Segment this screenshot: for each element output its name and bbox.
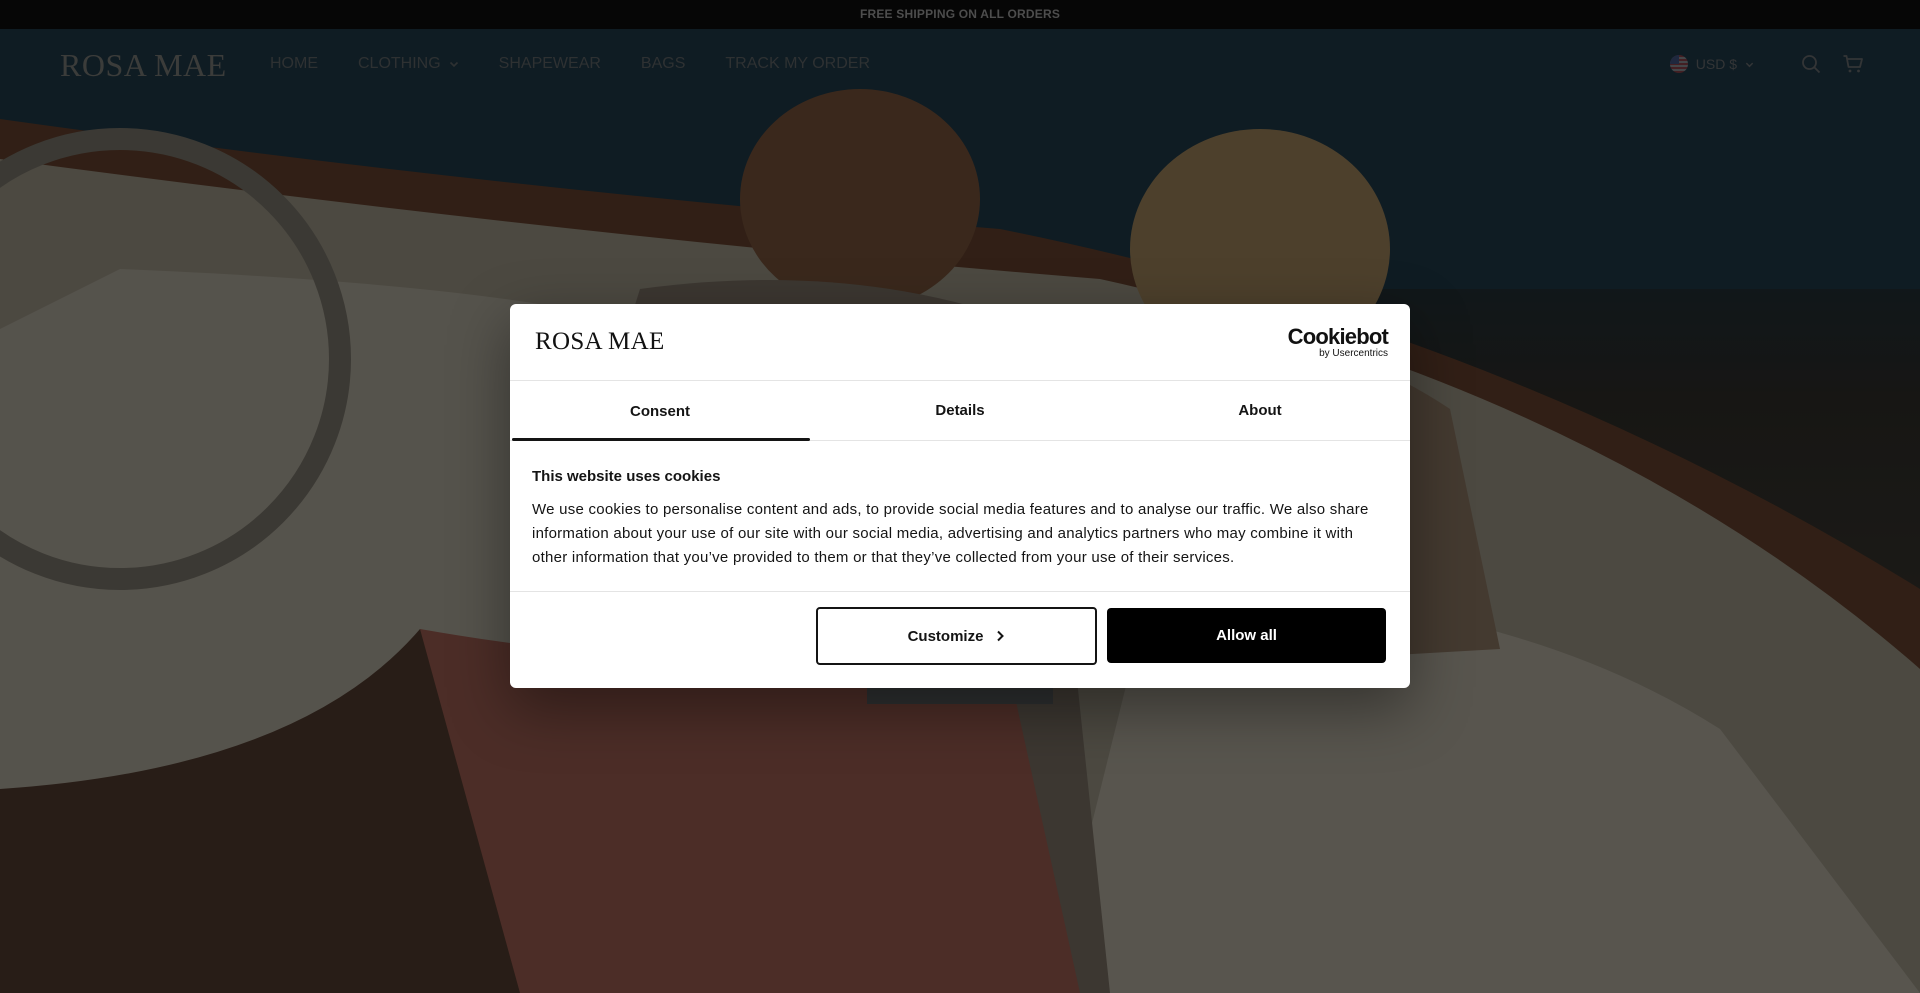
tab-details[interactable]: Details (810, 381, 1110, 440)
cookiebot-logo-text: Cookiebot (1287, 324, 1389, 349)
dialog-tabs: Consent Details About (510, 381, 1410, 441)
cookiebot-logo[interactable]: Cookiebot by Usercentrics (1287, 324, 1389, 360)
dialog-logo: ROSA MAE (535, 328, 665, 355)
dialog-heading: This website uses cookies (532, 468, 721, 485)
cookie-consent-dialog: ROSA MAE Cookiebot by Usercentrics Conse… (510, 304, 1410, 688)
dialog-actions: Customize Allow all (510, 592, 1410, 687)
dialog-body: This website uses cookies We use cookies… (510, 441, 1410, 592)
chevron-right-icon (997, 630, 1005, 642)
tab-consent[interactable]: Consent (510, 381, 810, 441)
dialog-description: We use cookies to personalise content an… (532, 501, 1369, 566)
customize-button[interactable]: Customize (816, 607, 1097, 665)
dialog-header: ROSA MAE Cookiebot by Usercentrics (510, 304, 1410, 381)
allow-all-button[interactable]: Allow all (1107, 608, 1386, 663)
customize-button-label: Customize (907, 627, 984, 645)
allow-all-button-label: Allow all (1216, 627, 1277, 644)
cookiebot-logo-subtext: by Usercentrics (1319, 348, 1388, 359)
tab-about[interactable]: About (1110, 381, 1410, 440)
